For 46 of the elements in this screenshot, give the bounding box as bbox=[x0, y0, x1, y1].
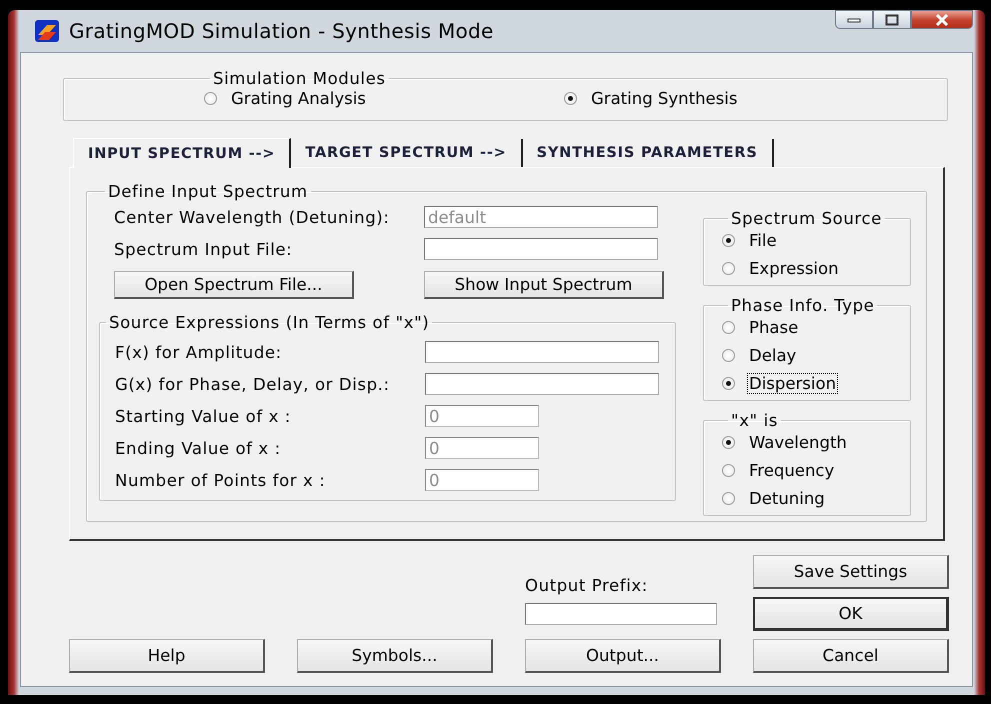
radio-option[interactable]: Grating Analysis bbox=[204, 88, 564, 109]
input-field[interactable]: default bbox=[424, 206, 658, 228]
group-label: Spectrum Source bbox=[730, 209, 883, 228]
action-button[interactable]: Cancel bbox=[753, 639, 949, 673]
tab[interactable]: INPUT SPECTRUM --> bbox=[73, 138, 292, 168]
field-label: Spectrum Input File: bbox=[114, 240, 294, 258]
radio-option[interactable]: Detuning bbox=[722, 488, 910, 509]
radio-option[interactable]: Frequency bbox=[722, 460, 910, 481]
action-button[interactable]: Output... bbox=[525, 639, 721, 673]
field-label: F(x) for Amplitude: bbox=[115, 342, 283, 362]
field-label: G(x) for Phase, Delay, or Disp.: bbox=[115, 374, 391, 394]
close-button[interactable] bbox=[911, 10, 973, 29]
radio-option[interactable]: Expression bbox=[722, 258, 910, 279]
input-field[interactable] bbox=[424, 238, 658, 260]
action-button[interactable]: Help bbox=[69, 639, 265, 673]
maximize-icon bbox=[885, 14, 899, 26]
group-label: Phase Info. Type bbox=[730, 296, 876, 315]
radio-option[interactable]: Delay bbox=[722, 345, 910, 366]
group-label: "x" is bbox=[730, 411, 779, 430]
field-label: Starting Value of x : bbox=[115, 406, 292, 426]
minimize-button[interactable] bbox=[835, 10, 873, 29]
field-label: Number of Points for x : bbox=[115, 470, 326, 490]
minimize-icon bbox=[847, 16, 861, 22]
action-button[interactable]: Save Settings bbox=[753, 555, 949, 589]
action-button[interactable]: Open Spectrum File... bbox=[114, 271, 354, 299]
radio-option[interactable]: Grating Synthesis bbox=[564, 88, 740, 109]
action-button[interactable]: Show Input Spectrum bbox=[424, 271, 664, 299]
group-label: Source Expressions (In Terms of "x") bbox=[108, 313, 430, 332]
action-button[interactable]: OK bbox=[753, 597, 949, 631]
input-field[interactable] bbox=[425, 373, 659, 395]
field-label: Output Prefix: bbox=[525, 576, 649, 595]
input-field[interactable] bbox=[425, 341, 659, 363]
radio-option[interactable]: File bbox=[722, 230, 910, 251]
radio-option[interactable]: Phase bbox=[722, 317, 910, 338]
app-icon bbox=[35, 20, 59, 42]
close-icon bbox=[935, 14, 949, 26]
input-field[interactable] bbox=[525, 603, 717, 625]
group-label: Simulation Modules bbox=[212, 69, 387, 88]
field-label: Ending Value of x : bbox=[115, 438, 282, 458]
radio-option[interactable]: Wavelength bbox=[722, 432, 910, 453]
maximize-button[interactable] bbox=[873, 10, 911, 29]
radio-option[interactable]: Dispersion bbox=[722, 373, 910, 394]
group-label: Define Input Spectrum bbox=[107, 182, 309, 201]
action-button[interactable]: Symbols... bbox=[297, 639, 493, 673]
window-title: GratingMOD Simulation - Synthesis Mode bbox=[69, 19, 494, 43]
field-label: Center Wavelength (Detuning): bbox=[114, 208, 390, 226]
